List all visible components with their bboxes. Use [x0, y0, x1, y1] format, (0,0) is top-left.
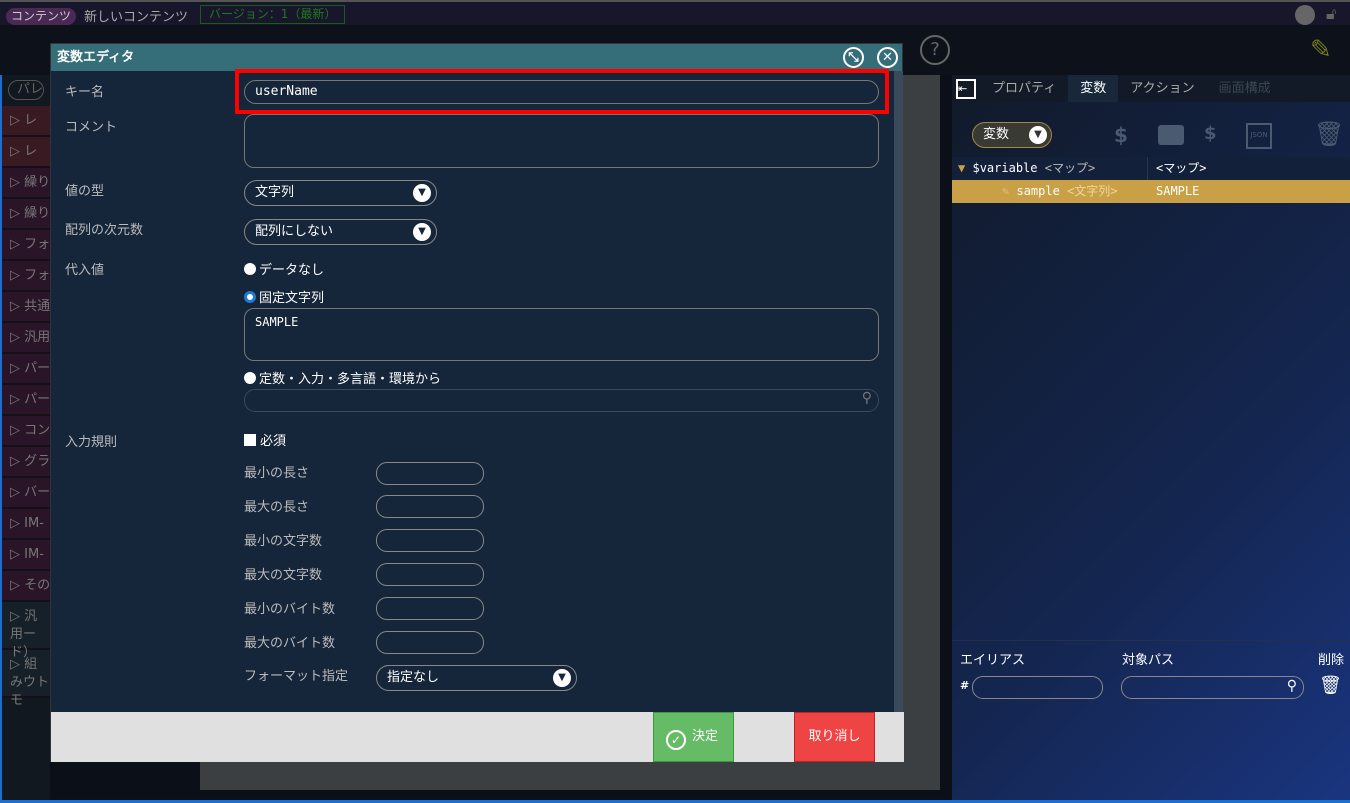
panel-tabs: ⇤ プロパティ 変数 アクション 画面構成: [952, 75, 1350, 102]
min-chars-label: 最小の文字数: [244, 534, 323, 549]
palette-item[interactable]: ▷ レ: [2, 137, 50, 168]
palette-item[interactable]: ▷ 繰り: [2, 168, 50, 199]
format-select[interactable]: 指定なし ▼: [376, 665, 577, 691]
palette-item[interactable]: ▷ 組みウトモ: [2, 650, 50, 708]
dialog-titlebar[interactable]: 変数エディタ ⤡ ✕: [51, 44, 902, 71]
max-chars-input[interactable]: [376, 563, 484, 586]
ok-button[interactable]: ✓ 決定: [653, 712, 734, 762]
palette-item[interactable]: ▷ その: [2, 571, 50, 602]
search-icon[interactable]: ⚲: [1287, 678, 1297, 694]
tab-screen-structure: 画面構成: [1218, 81, 1271, 96]
content-title: 新しいコンテンツ: [84, 10, 189, 25]
check-icon: ✓: [666, 730, 686, 750]
chevron-down-icon: ▼: [553, 669, 571, 687]
dimension-select[interactable]: 配列にしない ▼: [244, 219, 437, 245]
fixed-value-textarea[interactable]: SAMPLE: [244, 308, 879, 361]
palette-item[interactable]: ▷ コン: [2, 416, 50, 447]
cancel-button[interactable]: 取り消し: [794, 712, 875, 762]
required-checkbox[interactable]: 必須: [244, 430, 286, 449]
tab-actions[interactable]: アクション: [1118, 75, 1206, 102]
variable-tree: ▼ $variable <マップ> <マップ> ✎ sample <文字列> S…: [952, 157, 1350, 203]
min-bytes-label: 最小のバイト数: [244, 602, 336, 617]
min-length-label: 最小の長さ: [244, 466, 310, 481]
chevron-down-icon: ▼: [413, 184, 431, 202]
tab-properties[interactable]: プロパティ: [980, 75, 1068, 102]
assign-label: 代入値: [65, 263, 105, 278]
key-input[interactable]: userName: [244, 80, 879, 104]
source-input[interactable]: ⚲: [244, 389, 879, 412]
collapse-panel-icon[interactable]: ⇤: [952, 75, 980, 102]
chevron-down-icon: ▼: [1029, 126, 1047, 144]
min-chars-input[interactable]: [376, 529, 484, 552]
delete-row-icon[interactable]: 🗑︎: [1319, 675, 1342, 696]
max-length-label: 最大の長さ: [244, 500, 310, 515]
palette-item[interactable]: ▷ フォ: [2, 261, 50, 292]
dialog-scrollbar[interactable]: [894, 71, 903, 713]
comment-textarea[interactable]: [244, 114, 879, 168]
palette-item[interactable]: ▷ 汎用: [2, 323, 50, 354]
palette-item[interactable]: ▷ IM-: [2, 540, 50, 571]
max-chars-label: 最大の文字数: [244, 568, 323, 583]
palette-item[interactable]: ▷ フォ: [2, 230, 50, 261]
comment-label: コメント: [65, 120, 118, 135]
tree-row-selected[interactable]: ✎ sample <文字列> SAMPLE: [952, 180, 1350, 203]
dialog-title: 変数エディタ: [57, 50, 135, 65]
right-panel: ⇤ プロパティ 変数 アクション 画面構成 変数 ▼ $ $ JSON 🗑︎ ▼…: [952, 75, 1350, 803]
scope-select[interactable]: 変数 ▼: [972, 122, 1052, 148]
chevron-down-icon: ▼: [413, 223, 431, 241]
max-bytes-input[interactable]: [376, 631, 484, 654]
add-input-icon[interactable]: [1158, 125, 1184, 145]
tab-variables[interactable]: 変数: [1068, 75, 1119, 102]
max-length-input[interactable]: [376, 495, 484, 518]
radio-no-data[interactable]: データなし: [244, 259, 324, 278]
rule-label: 入力規則: [65, 435, 118, 450]
palette-item[interactable]: ▷ レ: [2, 106, 50, 137]
json-icon[interactable]: JSON: [1246, 123, 1272, 149]
palette-item[interactable]: ▷ グラ: [2, 447, 50, 478]
content-badge: コンテンツ: [6, 8, 77, 25]
palette-item[interactable]: ▷ バー: [2, 478, 50, 509]
unlock-icon[interactable]: 🔓︎: [1326, 4, 1336, 24]
trash-icon[interactable]: 🗑︎: [1314, 120, 1344, 148]
version-label: バージョン：1（最新）: [200, 5, 346, 24]
min-length-input[interactable]: [376, 462, 484, 485]
palette-item[interactable]: ▷ 共通: [2, 292, 50, 323]
type-select[interactable]: 文字列 ▼: [244, 180, 437, 206]
radio-source[interactable]: 定数・入力・多言語・環境から: [244, 368, 441, 387]
type-label: 値の型: [65, 184, 105, 199]
palette-item[interactable]: ▷ パー: [2, 354, 50, 385]
format-label: フォーマット指定: [244, 669, 349, 684]
palette-item[interactable]: ▷ パー: [2, 385, 50, 416]
add-variable-icon[interactable]: $: [1114, 123, 1128, 147]
min-bytes-input[interactable]: [376, 597, 484, 620]
tree-row-root[interactable]: ▼ $variable <マップ> <マップ>: [952, 157, 1350, 180]
max-bytes-label: 最大のバイト数: [244, 636, 336, 651]
path-input[interactable]: ⚲: [1121, 676, 1304, 699]
user-avatar[interactable]: [1295, 5, 1315, 25]
path-header: 対象パス: [1122, 653, 1175, 668]
palette: パレ ▷ レ ▷ レ ▷ 繰り ▷ 繰り ▷ フォ ▷ フォ ▷ 共通 ▷ 汎用…: [0, 75, 50, 803]
help-icon[interactable]: ?: [920, 35, 950, 65]
alias-input[interactable]: [972, 676, 1103, 699]
dimension-label: 配列の次元数: [65, 223, 144, 238]
variable-editor-dialog: 変数エディタ ⤡ ✕ キー名 userName コメント 値の型 文字列 ▼ 配列…: [50, 43, 904, 762]
palette-item[interactable]: ▷ IM-: [2, 509, 50, 540]
minimize-icon[interactable]: ⤡: [843, 47, 864, 68]
alias-header: エイリアス: [960, 653, 1026, 668]
close-icon[interactable]: ✕: [877, 47, 898, 68]
palette-item[interactable]: ▷ 繰り: [2, 199, 50, 230]
dialog-footer: ✓ 決定 取り消し: [51, 712, 904, 762]
hash-label: #: [960, 679, 970, 692]
palette-item[interactable]: ▷ 汎用ード）: [2, 602, 50, 660]
search-icon[interactable]: ⚲: [862, 390, 872, 406]
delete-header: 削除: [1318, 653, 1345, 668]
edit-mode-icon[interactable]: ✎: [1310, 35, 1332, 65]
palette-search[interactable]: パレ: [8, 80, 44, 100]
top-bar: コンテンツ 新しいコンテンツ バージョン：1（最新） 🔓︎: [0, 0, 1350, 25]
radio-fixed-string[interactable]: 固定文字列: [244, 287, 324, 306]
key-label: キー名: [65, 85, 105, 100]
copy-variable-icon[interactable]: $: [1204, 123, 1217, 144]
